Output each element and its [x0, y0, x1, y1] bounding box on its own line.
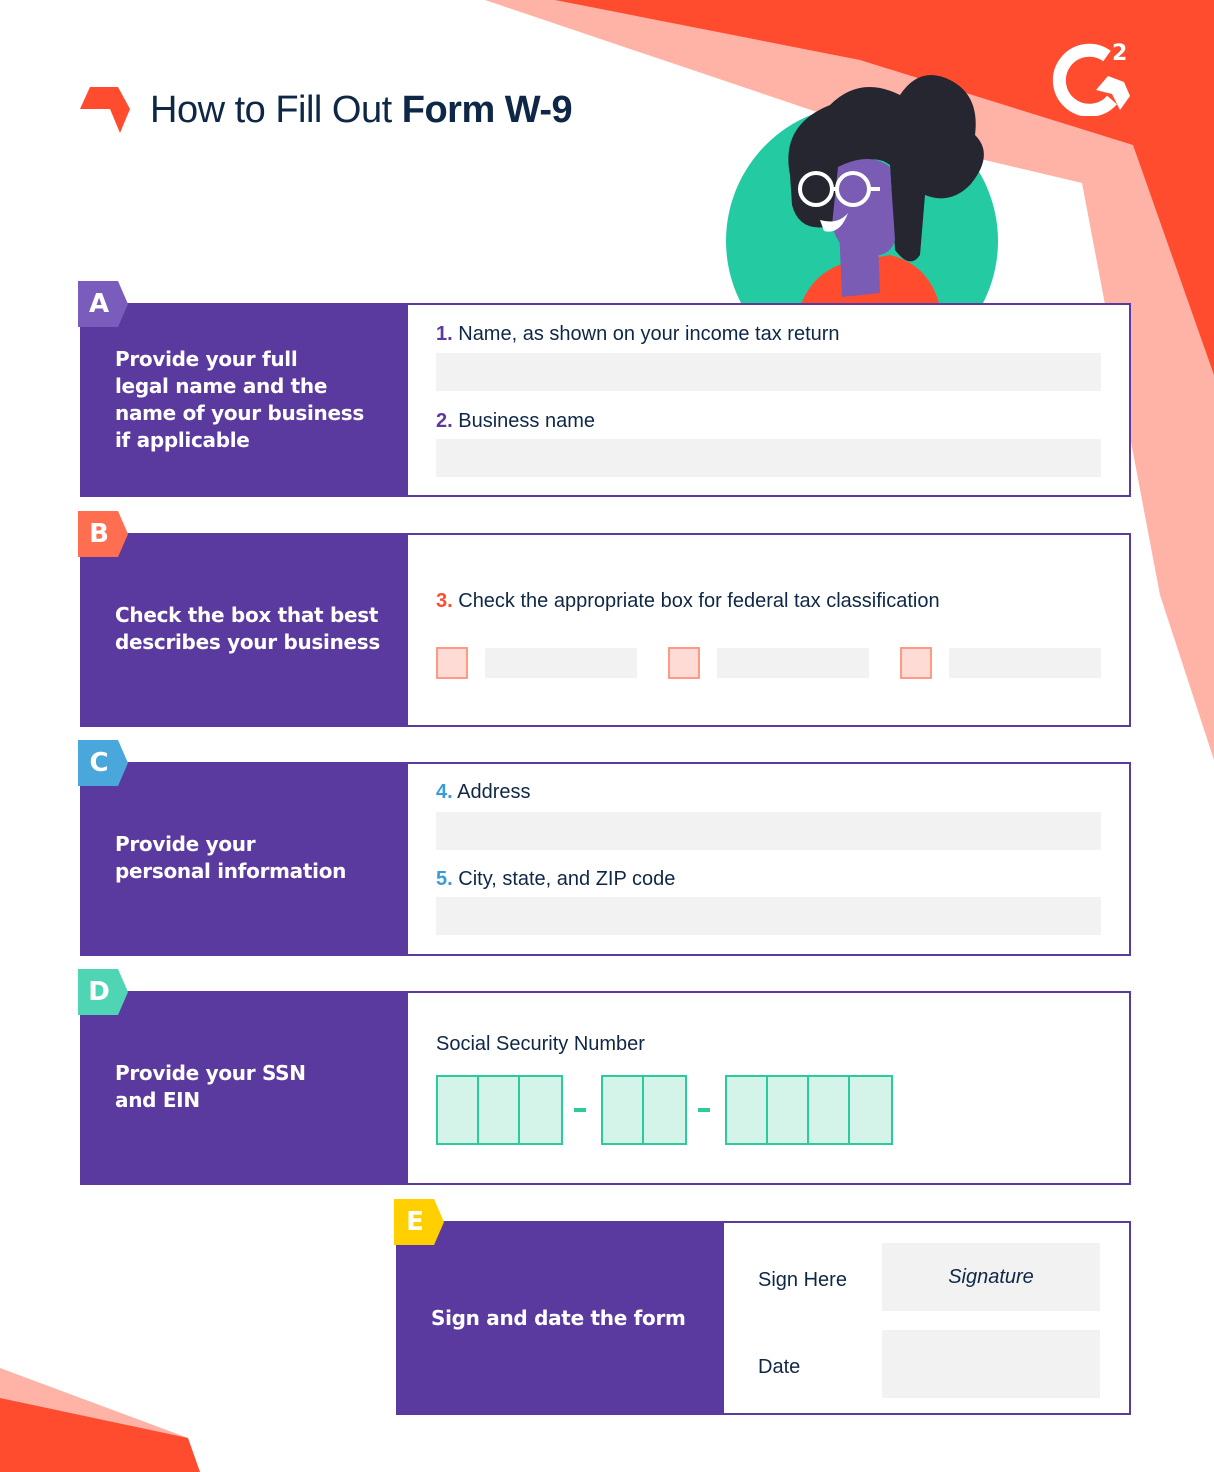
business-name-input[interactable]	[436, 439, 1101, 477]
badge-d: D	[78, 969, 128, 1015]
ssn-digit-input[interactable]	[603, 1077, 644, 1143]
ssn-digit-input[interactable]	[850, 1077, 891, 1143]
section-b: B Check the box that best describes your…	[78, 511, 1131, 727]
ssn-digit-input[interactable]	[727, 1077, 768, 1143]
date-label: Date	[758, 1356, 801, 1378]
ssn-digit-input[interactable]	[809, 1077, 850, 1143]
tax-class-option-3	[949, 648, 1101, 678]
woman-avatar-illustration	[726, 75, 998, 307]
name-input[interactable]	[436, 353, 1101, 391]
signature-placeholder: Signature	[948, 1266, 1034, 1288]
ssn-group-3	[725, 1075, 893, 1145]
tax-class-checkbox-1[interactable]	[436, 647, 468, 679]
signature-field[interactable]: Signature	[882, 1243, 1100, 1311]
section-a: A Provide your full legal name and the n…	[78, 281, 1131, 497]
g2-logo-icon[interactable]: 2	[1052, 38, 1136, 116]
section-b-content: 3. Check the appropriate box for federal…	[408, 533, 1131, 727]
address-input[interactable]	[436, 812, 1101, 850]
section-d-panel: Provide your SSN and EIN	[80, 991, 408, 1185]
field-label-city-state-zip: 5. City, state, and ZIP code	[436, 868, 676, 890]
ssn-group-2	[601, 1075, 687, 1145]
ssn-digit-input[interactable]	[520, 1077, 561, 1143]
page-title-light: How to Fill Out	[150, 88, 402, 131]
ssn-digit-input[interactable]	[768, 1077, 809, 1143]
field-label-business-name: 2. Business name	[436, 410, 595, 432]
tax-class-checkbox-2[interactable]	[668, 647, 700, 679]
ssn-separator	[574, 1108, 586, 1112]
section-c-heading: Provide your personal information	[115, 832, 347, 883]
section-d-heading: Provide your SSN and EIN	[115, 1061, 306, 1112]
section-a-content: 1. Name, as shown on your income tax ret…	[408, 303, 1131, 497]
badge-b: B	[78, 511, 128, 557]
ssn-digit-input[interactable]	[438, 1077, 479, 1143]
section-e-panel: Sign and date the form	[396, 1221, 724, 1415]
ssn-label: Social Security Number	[436, 1033, 645, 1055]
city-state-zip-input[interactable]	[436, 897, 1101, 935]
section-b-panel: Check the box that best describes your b…	[80, 533, 408, 727]
ssn-digit-input[interactable]	[644, 1077, 685, 1143]
section-e-content: Sign Here Signature Date	[724, 1221, 1131, 1415]
page-title: How to Fill Out Form W-9	[150, 88, 573, 132]
badge-e: E	[394, 1199, 444, 1245]
section-c-content: 4. Address 5. City, state, and ZIP code	[408, 762, 1131, 956]
section-d-content: Social Security Number	[408, 991, 1131, 1185]
badge-c: C	[78, 740, 128, 786]
page-header: How to Fill Out Form W-9	[80, 86, 573, 134]
badge-a: A	[78, 281, 128, 327]
date-input[interactable]	[882, 1330, 1100, 1398]
section-a-heading: Provide your full legal name and the nam…	[115, 347, 364, 452]
section-e: E Sign and date the form Sign Here Signa…	[394, 1199, 1131, 1415]
field-label-address: 4. Address	[436, 781, 531, 803]
section-a-panel: Provide your full legal name and the nam…	[80, 303, 408, 497]
section-c: C Provide your personal information 4. A…	[78, 740, 1131, 956]
orange-hexagon-mark-icon	[80, 87, 130, 133]
tax-class-option-1	[485, 648, 637, 678]
section-c-panel: Provide your personal information	[80, 762, 408, 956]
section-b-heading: Check the box that best describes your b…	[115, 603, 380, 654]
tax-class-option-2	[717, 648, 869, 678]
sign-here-label: Sign Here	[758, 1269, 847, 1291]
section-e-heading: Sign and date the form	[431, 1306, 686, 1330]
ssn-separator	[698, 1108, 710, 1112]
field-label-name: 1. Name, as shown on your income tax ret…	[436, 323, 840, 345]
ssn-digit-input[interactable]	[479, 1077, 520, 1143]
tax-class-checkbox-3[interactable]	[900, 647, 932, 679]
g2-logo-sup: 2	[1112, 41, 1127, 66]
section-d: D Provide your SSN and EIN Social Securi…	[78, 969, 1131, 1185]
field-label-tax-classification: 3. Check the appropriate box for federal…	[436, 590, 940, 612]
ssn-group-1	[436, 1075, 563, 1145]
page-title-bold: Form W-9	[401, 88, 573, 131]
